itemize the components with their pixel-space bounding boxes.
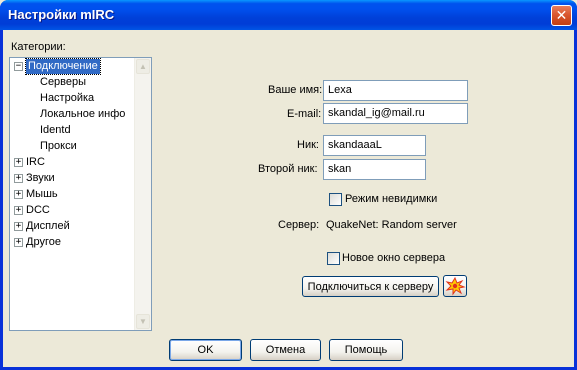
tree-item-label[interactable]: Другое (26, 235, 61, 250)
tree-item-label[interactable]: Локальное инфо (40, 107, 125, 122)
tree-item-label[interactable]: DCC (26, 203, 50, 218)
close-button[interactable]: ✕ (551, 5, 572, 26)
cancel-button[interactable]: Отмена (250, 339, 321, 361)
server-value: QuakeNet: Random server (326, 219, 457, 231)
expand-plus-icon[interactable]: + (14, 190, 23, 199)
tree-item-label[interactable]: Подключение (25, 58, 101, 75)
star-burst-icon (445, 276, 466, 296)
close-icon: ✕ (555, 7, 568, 23)
scroll-up-arrow[interactable]: ▲ (136, 59, 150, 74)
tree-item-label[interactable]: IRC (26, 155, 45, 170)
expand-plus-icon[interactable]: + (14, 206, 23, 215)
help-button[interactable]: Помощь (329, 339, 403, 361)
new-window-label[interactable]: Новое окно сервера (342, 252, 445, 264)
scroll-down-arrow[interactable]: ▼ (136, 314, 150, 329)
alt-nick-field[interactable]: skan (323, 159, 426, 180)
connect-button[interactable]: Подключиться к серверу (302, 276, 439, 297)
tree-item-label[interactable]: Прокси (40, 139, 77, 154)
connect-icon-button[interactable] (443, 275, 467, 297)
categories-tree[interactable]: − Подключение Серверы Настройка Локальное ин… (9, 57, 152, 331)
email-label: E-mail: (287, 108, 322, 120)
tree-item-label[interactable]: Серверы (40, 75, 86, 90)
window-title: Настройки mIRC (8, 7, 115, 22)
expand-plus-icon[interactable]: + (14, 222, 23, 231)
nick-label: Ник: (297, 139, 319, 151)
nick-field[interactable]: skandaaaL (323, 135, 426, 156)
tree-item-label[interactable]: Звуки (26, 171, 55, 186)
name-field[interactable]: Lexa (323, 80, 468, 101)
new-window-checkbox[interactable] (327, 252, 340, 265)
invisible-checkbox[interactable] (329, 193, 342, 206)
ok-button[interactable]: OK (169, 339, 242, 361)
tree-scrollbar[interactable]: ▲ ▼ (134, 58, 151, 330)
name-label: Ваше имя: (268, 84, 323, 96)
tree-item-label[interactable]: Identd (40, 123, 71, 138)
alt-nick-label: Второй ник: (258, 163, 318, 175)
tree-item-label[interactable]: Настройка (40, 91, 94, 106)
expand-plus-icon[interactable]: + (14, 158, 23, 167)
expand-plus-icon[interactable]: + (14, 238, 23, 247)
server-label: Сервер: (278, 219, 320, 231)
collapse-minus-icon[interactable]: − (14, 62, 23, 71)
email-field[interactable]: skandal_ig@mail.ru (323, 103, 468, 124)
invisible-label[interactable]: Режим невидимки (345, 193, 437, 205)
tree-item-label[interactable]: Дисплей (26, 219, 70, 234)
expand-plus-icon[interactable]: + (14, 174, 23, 183)
categories-label: Категории: (11, 41, 66, 53)
tree-item-label[interactable]: Мышь (26, 187, 58, 202)
title-bar[interactable]: Настройки mIRC ✕ (0, 0, 577, 30)
